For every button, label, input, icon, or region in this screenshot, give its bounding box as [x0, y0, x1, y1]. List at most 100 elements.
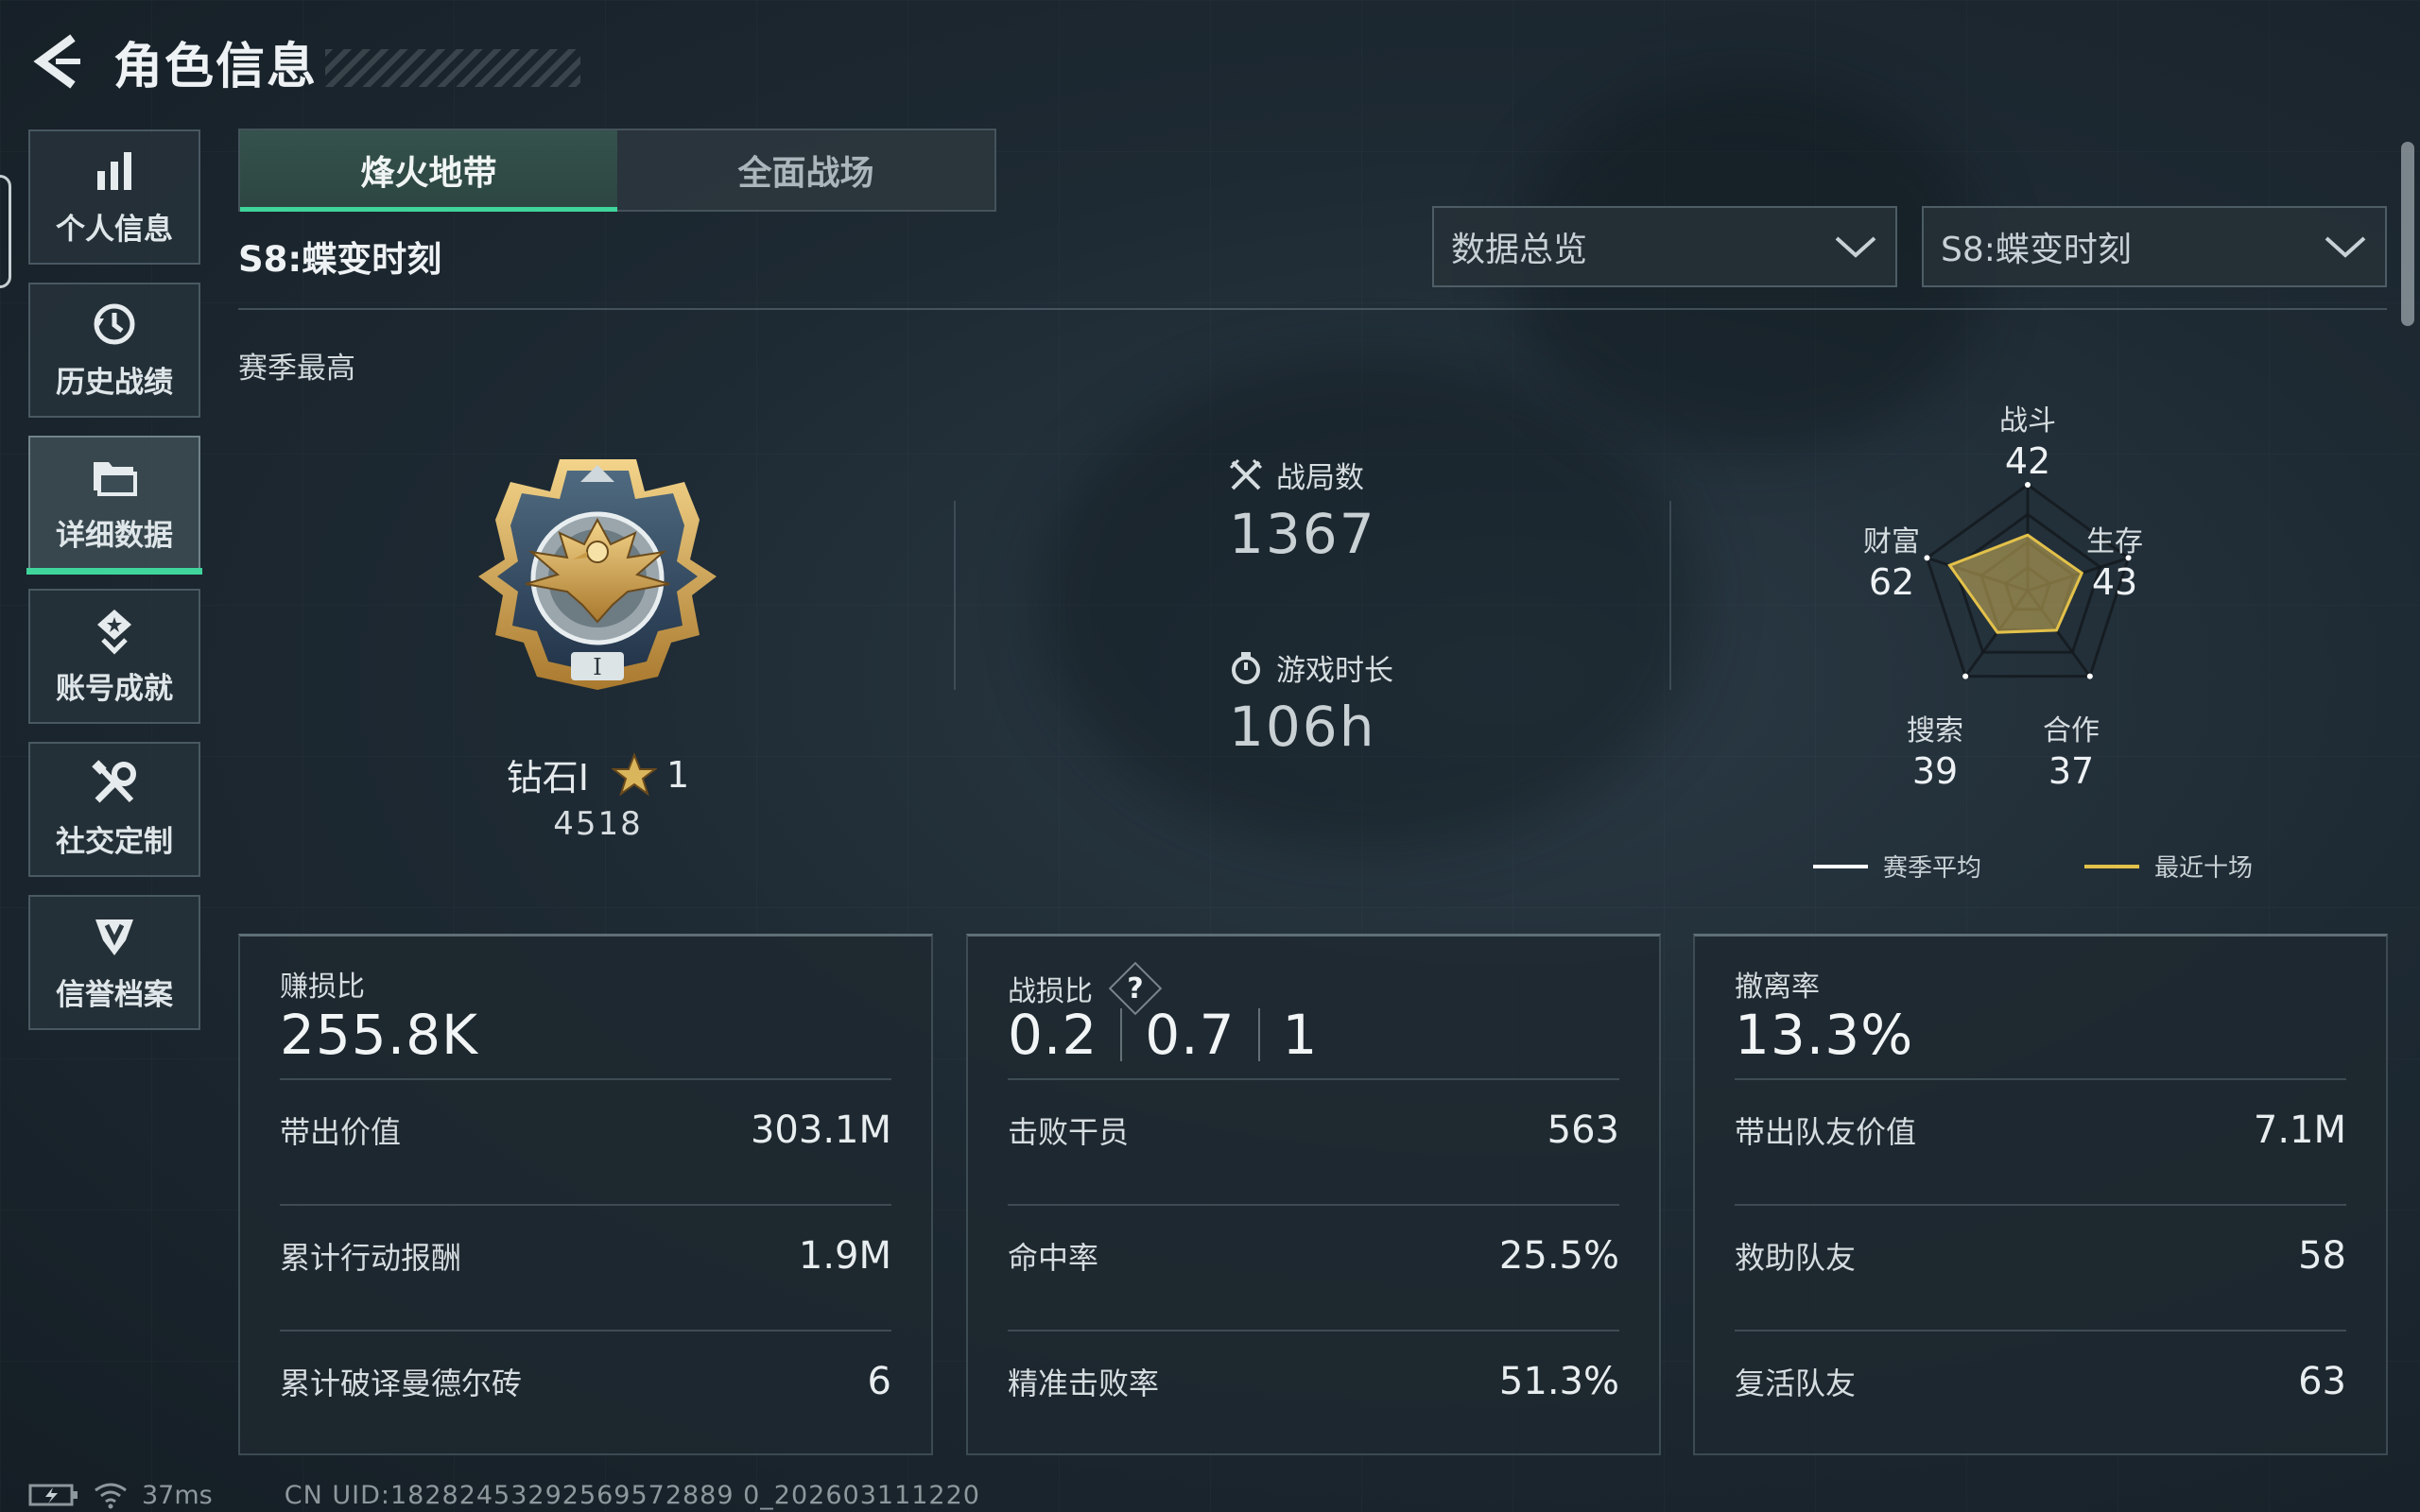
- ping-value: 37ms: [142, 1480, 213, 1510]
- stat-row: 累计破译曼德尔砖 6: [280, 1353, 891, 1410]
- sidebar-item-label: 信誉档案: [56, 978, 173, 1012]
- stat-value: 1.9M: [798, 1234, 891, 1278]
- tools-icon: [92, 760, 136, 803]
- radar-value-survival: 43: [2091, 561, 2138, 603]
- sidebar-item-label: 详细数据: [56, 519, 173, 553]
- stat-value: 6: [867, 1360, 891, 1403]
- sidebar-item-label: 账号成就: [56, 672, 173, 706]
- radar-value-combat: 42: [2004, 440, 2051, 482]
- radar-vertex: [2025, 482, 2031, 488]
- stat-label: 累计行动报酬: [280, 1240, 462, 1276]
- matches-label: 战局数: [1276, 461, 1364, 495]
- divider: [1008, 1330, 1619, 1332]
- divider: [1008, 1078, 1619, 1080]
- radar-label-combat: 战斗: [1999, 404, 2056, 438]
- season-dropdown-value: S8:蝶变时刻: [1941, 231, 2132, 269]
- radar-vertex: [2086, 673, 2093, 679]
- sidebar-item-detailed-data[interactable]: 详细数据: [26, 436, 202, 575]
- radar-label-teamwork: 合作: [2043, 714, 2100, 747]
- divider: [954, 501, 956, 690]
- stat-label: 带出队友价值: [1735, 1114, 1917, 1150]
- wifi-icon: [95, 1483, 127, 1509]
- header: 角色信息: [28, 28, 581, 95]
- stat-label: 命中率: [1008, 1240, 1099, 1276]
- tab-hazard-zone[interactable]: 烽火地带: [240, 130, 617, 212]
- stat-row: 带出价值 303.1M: [280, 1102, 891, 1159]
- radar-vertex: [1962, 673, 1969, 679]
- stat-row: 精准击败率 51.3%: [1008, 1353, 1619, 1410]
- legend-recent-ten: 最近十场: [2084, 849, 2253, 884]
- back-button[interactable]: [28, 31, 85, 92]
- sidebar-item-history[interactable]: 历史战绩: [28, 283, 200, 418]
- divider: [1669, 501, 1671, 690]
- chevron-down-icon: [1835, 236, 1876, 258]
- radar-value-search: 39: [1911, 750, 1959, 792]
- svg-text:I: I: [593, 654, 601, 680]
- ability-radar: 战斗 42 生存 43 合作 37 搜索 39 财富 62: [1834, 397, 2344, 813]
- left-edge-handle[interactable]: [0, 175, 11, 288]
- rank-score: 4518: [553, 805, 643, 843]
- page-title: 角色信息: [113, 38, 319, 95]
- divider: [1008, 1204, 1619, 1206]
- stopwatch-icon: [1232, 651, 1260, 684]
- view-dropdown[interactable]: 数据总览: [1432, 206, 1897, 287]
- playtime-label: 游戏时长: [1276, 654, 1393, 688]
- sidebar-item-label: 社交定制: [56, 825, 173, 859]
- stat-row: 救助队友 58: [1735, 1228, 2346, 1284]
- achievement-icon: [97, 610, 131, 655]
- stat-value: 303.1M: [750, 1108, 891, 1152]
- divider: [1120, 1008, 1123, 1061]
- tab-full-battlefield[interactable]: 全面战场: [617, 130, 994, 210]
- bar-chart-icon: [97, 152, 131, 190]
- sidebar-item-achievements[interactable]: 账号成就: [28, 589, 200, 724]
- kd-values: 0.2 0.7 1: [1008, 1003, 1318, 1067]
- divider: [1735, 1078, 2346, 1080]
- crossed-swords-icon: [1229, 458, 1263, 490]
- status-bar: 37ms CN UID:18282453292569572889 0_20260…: [28, 1480, 980, 1510]
- radar-value-teamwork: 37: [2048, 750, 2095, 792]
- stat-label: 带出价值: [280, 1114, 402, 1150]
- kd-value: 1: [1282, 1003, 1319, 1067]
- extract-value: 13.3%: [1735, 1003, 1914, 1067]
- stat-value: 7.1M: [2253, 1108, 2346, 1152]
- stat-label: 精准击败率: [1008, 1366, 1160, 1401]
- playtime-stat: 游戏时长 106h: [1229, 646, 1393, 759]
- sidebar-item-reputation[interactable]: 信誉档案: [28, 895, 200, 1030]
- divider: [238, 308, 2387, 310]
- chevron-down-icon: [2325, 236, 2366, 258]
- back-arrow-icon: [33, 34, 80, 89]
- matches-value: 1367: [1229, 502, 1376, 566]
- sidebar-item-social[interactable]: 社交定制: [28, 742, 200, 877]
- folder-icon: [94, 462, 137, 496]
- stat-label: 救助队友: [1735, 1240, 1857, 1276]
- divider: [280, 1330, 891, 1332]
- sidebar-item-label: 历史战绩: [56, 366, 173, 400]
- rank-tier-label: 钻石Ⅰ: [506, 757, 590, 799]
- legend-label: 最近十场: [2154, 854, 2254, 883]
- rank-stars: 1: [666, 753, 690, 796]
- title-decoration: [325, 49, 581, 87]
- divider: [1735, 1204, 2346, 1206]
- sidebar-item-label: 个人信息: [56, 213, 173, 247]
- mode-tabs: 烽火地带 全面战场: [238, 129, 996, 212]
- legend-swatch: [1813, 864, 1868, 868]
- star-icon: [612, 751, 658, 797]
- stat-value: 63: [2298, 1360, 2346, 1403]
- stat-value: 58: [2298, 1234, 2346, 1278]
- profit-value: 255.8K: [280, 1003, 479, 1067]
- stat-label: 累计破译曼德尔砖: [280, 1366, 523, 1401]
- season-dropdown[interactable]: S8:蝶变时刻: [1922, 206, 2387, 287]
- playtime-value: 106h: [1229, 695, 1376, 759]
- radar-label-survival: 生存: [2086, 525, 2143, 558]
- season-best-label: 赛季最高: [238, 352, 355, 386]
- radar-label-search: 搜索: [1907, 714, 1963, 747]
- legend-swatch: [2084, 864, 2139, 868]
- shield-icon: [95, 919, 133, 955]
- sidebar: 个人信息 历史战绩 详细数据 账号成就 社交定制 信誉档案: [26, 129, 202, 1048]
- scrollbar[interactable]: [2401, 142, 2414, 326]
- sidebar-item-personal-info[interactable]: 个人信息: [28, 129, 200, 265]
- divider: [1257, 1008, 1260, 1061]
- kd-card: 战损比 ? 0.2 0.7 1 击败干员 563 命中率 25.5% 精准击败率…: [966, 934, 1661, 1455]
- extract-label: 撤离率: [1735, 971, 1820, 1004]
- history-icon: [94, 303, 135, 345]
